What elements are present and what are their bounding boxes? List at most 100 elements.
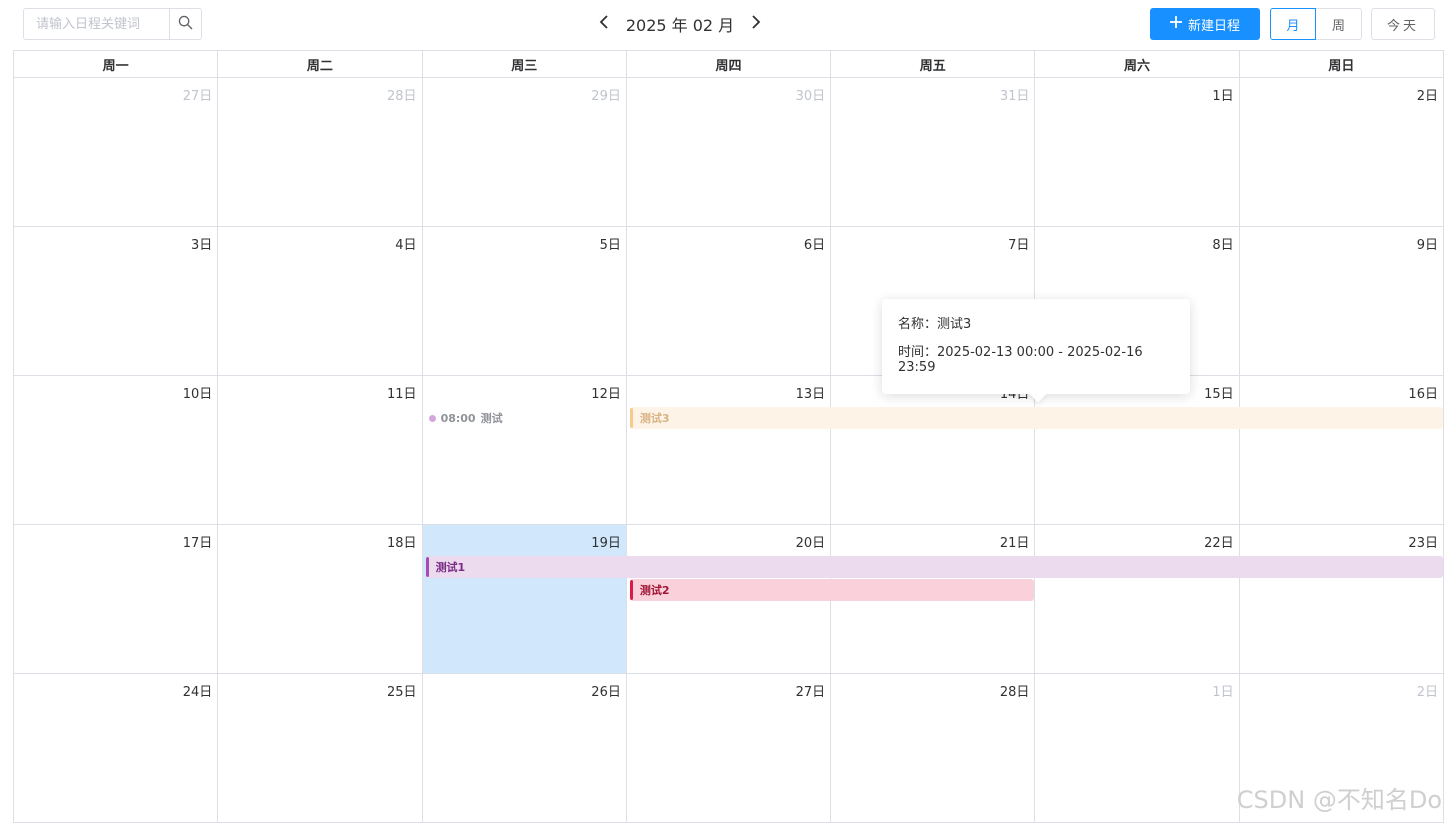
day-cell[interactable]: 28日 [831,674,1036,823]
day-cell[interactable]: 29日 [422,78,627,227]
day-number: 2日 [1416,89,1438,104]
view-week-button[interactable]: 周 [1316,8,1362,40]
new-schedule-button[interactable]: 新建日程 [1150,8,1260,40]
day-number: 31日 [999,89,1030,104]
day-cell[interactable]: 3日 [14,227,219,376]
search-icon [178,15,193,34]
event-title: 测试 [480,412,503,425]
day-cell[interactable]: 11日 [218,376,423,525]
weekday-header-cell: 周一 [14,51,219,78]
day-number: 7日 [1008,238,1030,253]
view-switcher: 月 周 [1270,8,1362,40]
event-tooltip: 名称：测试3 时间：2025-02-13 00:00 - 2025-02-16 … [882,299,1190,403]
day-cell[interactable]: 14日 [831,376,1036,525]
today-button[interactable]: 今天 [1371,8,1435,40]
day-number: 12日 [591,387,621,402]
day-number: 22日 [1204,536,1234,551]
event-color-stripe [629,408,633,428]
day-number: 19日 [591,536,621,551]
weekday-header-cell: 周四 [626,51,832,78]
chevron-left-icon [598,14,610,34]
day-number: 9日 [1416,238,1438,253]
event-color-stripe [629,580,633,600]
day-number: 18日 [387,536,417,551]
plus-icon [1169,16,1182,32]
day-number: 27日 [795,685,826,700]
tooltip-time: 时间：2025-02-13 00:00 - 2025-02-16 23:59 [898,345,1143,375]
day-cell[interactable]: 28日 [218,78,423,227]
day-cell[interactable]: 30日 [626,78,832,227]
tooltip-name: 名称：测试3 [898,316,972,332]
day-cell[interactable]: 12日 [422,376,627,525]
event-title: 测试2 [639,584,670,597]
day-cell[interactable]: 18日 [218,525,423,674]
event-color-stripe [425,557,429,577]
day-number: 15日 [1204,387,1234,402]
month-title: 2025 年 02 月 [625,16,735,35]
weekday-header: 周一 周二 周三 周四 周五 周六 周日 [14,51,1444,78]
event-bar[interactable]: 测试1 [425,556,1443,578]
day-cell[interactable]: 6日 [626,227,832,376]
day-cell[interactable]: 10日 [14,376,219,525]
event-dot-icon [428,414,436,422]
weekday-header-cell: 周二 [218,51,423,78]
day-cell[interactable]: 25日 [218,674,423,823]
day-cell[interactable]: 23日 [1239,525,1444,674]
day-cell[interactable]: 2日 [1239,78,1444,227]
day-number: 8日 [1212,238,1234,253]
day-cell[interactable]: 16日 [1239,376,1444,525]
day-number: 6日 [803,238,826,253]
weekday-header-cell: 周六 [1035,51,1240,78]
prev-month-button[interactable] [590,10,618,38]
day-cell[interactable]: 27日 [626,674,832,823]
day-cell[interactable]: 9日 [1239,227,1444,376]
day-cell-today[interactable]: 19日 [422,525,627,674]
day-number: 26日 [591,685,621,700]
day-number: 29日 [591,89,621,104]
weekday-header-cell: 周三 [422,51,627,78]
day-number: 13日 [795,387,826,402]
timed-event[interactable]: 08:00 测试 [428,410,503,426]
day-number: 25日 [387,685,417,700]
event-title: 测试1 [435,561,466,574]
day-cell[interactable]: 22日 [1035,525,1240,674]
day-number: 28日 [999,685,1030,700]
day-number: 27日 [182,89,213,104]
day-number: 1日 [1212,89,1234,104]
day-number: 17日 [182,536,213,551]
day-number: 5日 [599,238,621,253]
week-row: 10日 11日 12日 13日 14日 15日 16日 [14,376,1444,525]
chevron-right-icon [750,14,762,34]
day-cell[interactable]: 26日 [422,674,627,823]
day-cell[interactable]: 24日 [14,674,219,823]
new-schedule-label: 新建日程 [1187,18,1240,34]
calendar-grid: 27日 28日 29日 30日 31日 1日 2日 3日 4日 5日 6日 7日 8日 9日 10日 11日 1… [14,78,1444,823]
search-input[interactable] [24,9,169,39]
day-cell[interactable]: 13日 [626,376,832,525]
day-cell[interactable]: 31日 [831,78,1036,227]
day-number: 20日 [795,536,826,551]
day-cell[interactable]: 17日 [14,525,219,674]
week-row: 3日 4日 5日 6日 7日 8日 9日 [14,227,1444,376]
day-cell[interactable]: 27日 [14,78,219,227]
next-month-button[interactable] [742,10,770,38]
day-cell[interactable]: 5日 [422,227,627,376]
day-number: 3日 [191,238,213,253]
search-button[interactable] [169,9,201,39]
day-number: 28日 [387,89,417,104]
day-number: 16日 [1408,387,1438,402]
day-cell[interactable]: 1日 [1035,78,1240,227]
day-number: 10日 [182,387,213,402]
day-cell[interactable]: 15日 [1035,376,1240,525]
day-cell[interactable]: 1日 [1035,674,1240,823]
day-cell[interactable]: 4日 [218,227,423,376]
event-bar[interactable]: 测试3 [629,407,1443,429]
event-time: 08:00 [440,411,476,425]
week-row: 24日 25日 26日 27日 28日 1日 2日 [14,674,1444,823]
day-number: 2日 [1416,685,1438,700]
day-number: 23日 [1408,536,1438,551]
event-title: 测试3 [639,412,670,425]
view-month-button[interactable]: 月 [1270,8,1316,40]
event-bar[interactable]: 测试2 [629,579,1035,601]
watermark: CSDN @不知名Do [1236,786,1442,814]
